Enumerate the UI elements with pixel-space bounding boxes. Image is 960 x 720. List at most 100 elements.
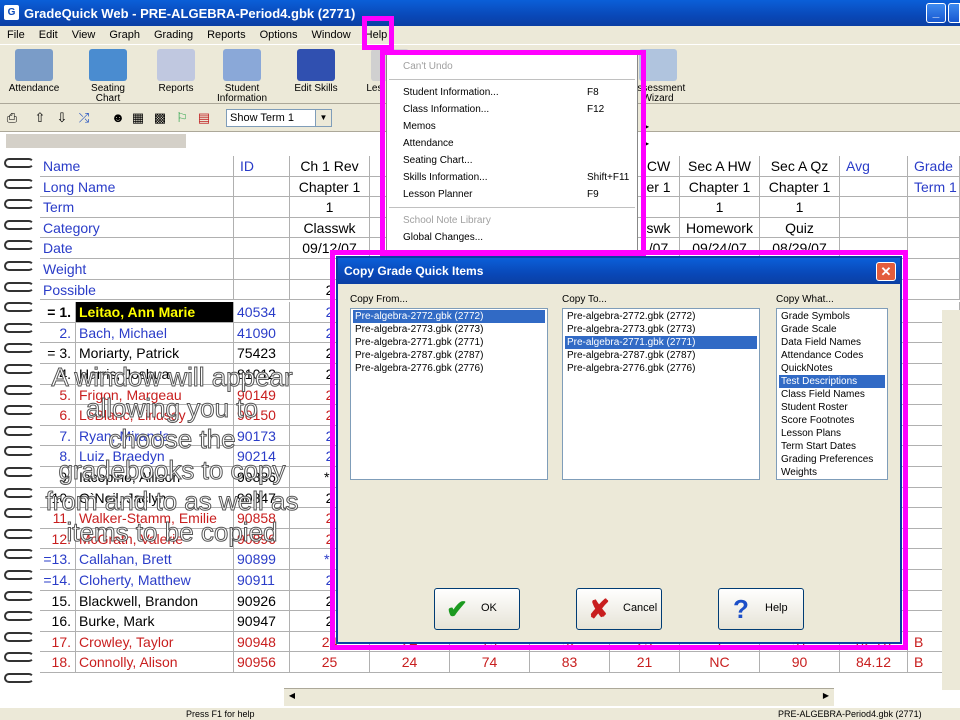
score-cell[interactable]: 84.12: [840, 652, 908, 673]
help-button[interactable]: ? Help: [718, 588, 804, 630]
shuffle-icon[interactable]: ⤮: [76, 110, 92, 126]
list-item[interactable]: Pre-algebra-2776.gbk (2776): [353, 362, 545, 375]
student-name[interactable]: Blackwell, Brandon: [76, 590, 234, 612]
header-cell[interactable]: Sec A Qz: [760, 156, 840, 177]
header-cell[interactable]: Sec A HW: [680, 156, 760, 177]
toolbar-edit-skills-button[interactable]: Edit Skills: [286, 49, 346, 94]
student-id[interactable]: 90956: [234, 652, 290, 673]
header-cell[interactable]: Chapter 1: [290, 176, 370, 198]
list-item[interactable]: Pre-algebra-2772.gbk (2772): [565, 310, 757, 323]
header-cell[interactable]: [234, 279, 290, 301]
header-cell[interactable]: [840, 176, 908, 198]
toolbar-student-info-button[interactable]: Student Information: [212, 49, 272, 104]
menu-file[interactable]: File: [0, 29, 32, 41]
menu-window[interactable]: Window: [305, 29, 358, 41]
menu-view[interactable]: View: [65, 29, 103, 41]
list-item[interactable]: Pre-algebra-2772.gbk (2772): [353, 310, 545, 323]
header-cell[interactable]: Term 1: [908, 176, 960, 198]
header-cell[interactable]: Avg: [840, 156, 908, 177]
menu-options[interactable]: Options: [253, 29, 305, 41]
copy-from-list[interactable]: Pre-algebra-2772.gbk (2772) Pre-algebra-2…: [350, 308, 548, 480]
chart-icon[interactable]: ▤: [196, 110, 212, 126]
header-cell[interactable]: Homework: [680, 217, 760, 239]
copy-what-list[interactable]: Grade Symbols Grade Scale Data Field Names…: [776, 308, 888, 480]
student-name[interactable]: Cloherty, Matthew: [76, 570, 234, 591]
header-cell[interactable]: [908, 279, 960, 301]
list-item[interactable]: Pre-algebra-2771.gbk (2771): [353, 336, 545, 349]
list-item[interactable]: Pre-algebra-2776.gbk (2776): [565, 362, 757, 375]
header-cell[interactable]: Classwk: [290, 217, 370, 239]
header-cell[interactable]: [908, 259, 960, 280]
close-icon[interactable]: ✕: [876, 262, 896, 281]
score-cell[interactable]: 74: [450, 652, 530, 673]
toolbar-seating-chart-button[interactable]: Seating Chart: [78, 49, 138, 104]
list-item[interactable]: Class Field Names: [779, 388, 885, 401]
list-item[interactable]: Pre-algebra-2773.gbk (2773): [353, 323, 545, 336]
list-item[interactable]: Lesson Plans: [779, 427, 885, 440]
header-cell[interactable]: Chapter 1: [680, 176, 760, 198]
student-name[interactable]: Leitao, Ann Marie: [76, 302, 234, 323]
list-item[interactable]: Term Start Dates: [779, 440, 885, 453]
menu-reports[interactable]: Reports: [200, 29, 253, 41]
header-cell[interactable]: [908, 197, 960, 218]
header-cell[interactable]: Ch 1 Rev: [290, 156, 370, 177]
score-cell[interactable]: NC: [680, 652, 760, 673]
up-arrow-icon[interactable]: ⇧: [32, 110, 48, 126]
score-cell[interactable]: 21: [610, 652, 680, 673]
print-icon[interactable]: ⎙: [4, 110, 20, 126]
student-id[interactable]: 40534: [234, 302, 290, 323]
maximize-button[interactable]: [948, 3, 960, 23]
cancel-button[interactable]: ✘ Cancel: [576, 588, 662, 630]
score-cell[interactable]: 25: [290, 652, 370, 673]
toolbar-attendance-button[interactable]: Attendance: [4, 49, 64, 94]
header-cell[interactable]: 1: [680, 197, 760, 218]
list-item[interactable]: Pre-algebra-2787.gbk (2787): [353, 349, 545, 362]
header-cell[interactable]: [234, 259, 290, 280]
export-icon[interactable]: ▦: [130, 110, 146, 126]
list-item[interactable]: QuickNotes: [779, 362, 885, 375]
menu-grading[interactable]: Grading: [147, 29, 200, 41]
header-cell[interactable]: Chapter 1: [760, 176, 840, 198]
header-cell[interactable]: [234, 217, 290, 239]
header-cell[interactable]: Grade: [908, 156, 960, 177]
score-cell[interactable]: 90: [760, 652, 840, 673]
header-cell[interactable]: [908, 238, 960, 259]
scroll-right-icon[interactable]: ▶: [820, 691, 832, 703]
student-id[interactable]: 90948: [234, 631, 290, 653]
student-id[interactable]: 75423: [234, 343, 290, 364]
student-name[interactable]: Crowley, Taylor: [76, 631, 234, 653]
list-item[interactable]: Attendance Codes: [779, 349, 885, 362]
header-cell[interactable]: ID: [234, 156, 290, 177]
header-cell[interactable]: [908, 217, 960, 239]
score-cell[interactable]: 24: [370, 652, 450, 673]
header-cell[interactable]: 1: [290, 197, 370, 218]
student-id[interactable]: 90911: [234, 570, 290, 591]
list-item[interactable]: Weights: [779, 466, 885, 479]
horizontal-scrollbar[interactable]: ◀ ▶: [284, 688, 834, 706]
toolbar-reports-button[interactable]: Reports: [146, 49, 206, 94]
list-item[interactable]: Student Roster: [779, 401, 885, 414]
header-cell[interactable]: [234, 176, 290, 198]
grid-icon[interactable]: ▩: [152, 110, 168, 126]
list-item[interactable]: Data Field Names: [779, 336, 885, 349]
menu-edit[interactable]: Edit: [32, 29, 65, 41]
list-item[interactable]: Grade Scale: [779, 323, 885, 336]
student-name[interactable]: Connolly, Alison: [76, 652, 234, 673]
student-name[interactable]: Burke, Mark: [76, 611, 234, 632]
student-name[interactable]: Callahan, Brett: [76, 549, 234, 570]
list-item[interactable]: Pre-algebra-2787.gbk (2787): [565, 349, 757, 362]
term-select[interactable]: Show Term 1 ▼: [226, 109, 332, 127]
attendance-small-icon[interactable]: ⚐: [174, 110, 190, 126]
down-arrow-icon[interactable]: ⇩: [54, 110, 70, 126]
copy-to-list[interactable]: Pre-algebra-2772.gbk (2772) Pre-algebra-2…: [562, 308, 760, 480]
vertical-scrollbar[interactable]: [942, 310, 960, 690]
menu-graph[interactable]: Graph: [102, 29, 147, 41]
header-cell[interactable]: [234, 197, 290, 218]
header-cell[interactable]: 1: [760, 197, 840, 218]
list-item[interactable]: Grade Symbols: [779, 310, 885, 323]
header-cell[interactable]: Quiz: [760, 217, 840, 239]
student-name[interactable]: Bach, Michael: [76, 322, 234, 344]
student-name[interactable]: Moriarty, Patrick: [76, 343, 234, 364]
minimize-button[interactable]: _: [926, 3, 946, 23]
list-item[interactable]: Grading Preferences: [779, 453, 885, 466]
